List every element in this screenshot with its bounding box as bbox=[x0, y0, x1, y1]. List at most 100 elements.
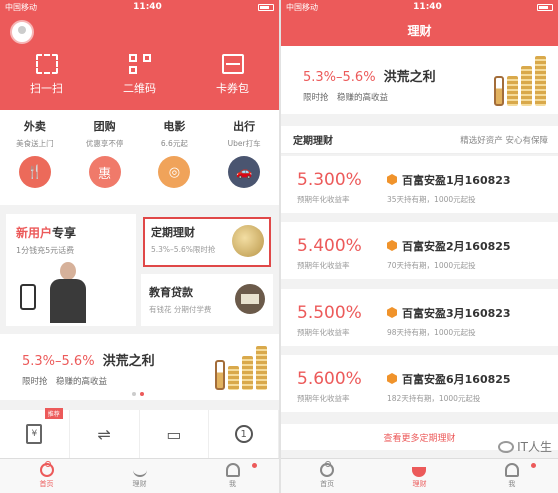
product-item[interactable]: 5.300% 预期年化收益率 百富安盈1月160823 35天持有期，1000元… bbox=[281, 156, 558, 213]
notification-dot bbox=[530, 463, 536, 468]
tab-home[interactable]: 首页 bbox=[0, 459, 93, 493]
banner-name: 洪荒之利 bbox=[383, 70, 436, 85]
service-movie[interactable]: 电影 6.6元起 ◎ bbox=[140, 118, 208, 205]
tab-home[interactable]: 首页 bbox=[281, 459, 373, 493]
watermark: IT人生 bbox=[498, 438, 552, 455]
section-title: 定期理财 bbox=[293, 136, 333, 147]
tab-bar: 首页 理财 我 bbox=[0, 458, 279, 493]
recommend-ribbon: 推荐 bbox=[44, 408, 63, 419]
tab-me[interactable]: 我 bbox=[466, 459, 558, 493]
product-desc: 98天持有期，1000元起投 bbox=[387, 328, 476, 337]
shortcut-transfer[interactable]: ⇌ bbox=[70, 410, 140, 458]
person-icon bbox=[225, 463, 240, 477]
status-bar: 中国移动 11:40 bbox=[0, 0, 279, 14]
product-rate-label: 预期年化收益率 bbox=[297, 195, 350, 204]
banner-name: 洪荒之利 bbox=[102, 354, 155, 369]
home-icon bbox=[320, 461, 335, 477]
promo-banner[interactable]: 5.3%–5.6% 洪荒之利 限时抢 稳赚的高收益 bbox=[0, 334, 279, 400]
qr-code-button[interactable]: 二维码 bbox=[100, 54, 180, 96]
product-desc: 70天持有期，1000元起投 bbox=[387, 261, 476, 270]
carrier-label: 中国移动 bbox=[286, 2, 318, 12]
home-screen: 中国移动 11:40 扫一扫 二维码 卡券包 外卖 美食送上门 🍴 团购 优惠享… bbox=[0, 0, 279, 493]
notification-dot bbox=[252, 463, 257, 468]
tab-bar: 首页 理财 我 bbox=[281, 458, 558, 493]
scan-button[interactable]: 扫一扫 bbox=[7, 54, 87, 96]
page-title: 理财 bbox=[281, 14, 558, 46]
product-rate: 5.600% bbox=[297, 369, 362, 389]
books-icon bbox=[235, 284, 265, 314]
battery-icon bbox=[258, 3, 274, 11]
shield-badge-icon bbox=[387, 373, 397, 384]
watermark-text: IT人生 bbox=[517, 440, 552, 454]
chat-bubble-icon bbox=[498, 440, 515, 453]
new-user-title-b: 专享 bbox=[52, 226, 77, 240]
services-row: 外卖 美食送上门 🍴 团购 优惠享不停 惠 电影 6.6元起 ◎ 出行 Uber… bbox=[0, 110, 279, 205]
finance-icon bbox=[412, 467, 427, 477]
person-icon bbox=[504, 463, 519, 477]
fork-knife-icon: 🍴 bbox=[18, 156, 51, 188]
scan-icon bbox=[35, 54, 58, 74]
promo-banner[interactable]: 5.3%–5.6% 洪荒之利 限时抢 稳赚的高收益 bbox=[281, 46, 558, 114]
service-travel[interactable]: 出行 Uber打车 🚗 bbox=[210, 118, 278, 205]
number-one-icon: 1 bbox=[234, 425, 253, 443]
film-reel-icon: ◎ bbox=[158, 156, 191, 188]
section-header: 定期理财 精选好资产 安心有保障 bbox=[281, 126, 558, 154]
card-wallet-button[interactable]: 卡券包 bbox=[193, 54, 273, 96]
promo-grid: 新用户专享 1分钱充5元话费 定期理财 5.3%–5.6%限时抢 教育贷款 有钱… bbox=[0, 214, 279, 326]
product-rate: 5.300% bbox=[297, 170, 362, 190]
carousel-dots[interactable] bbox=[132, 392, 144, 396]
transfer-icon: ⇌ bbox=[97, 424, 111, 444]
new-user-title-a: 新用户 bbox=[16, 226, 53, 240]
phone-icon bbox=[20, 284, 36, 310]
scan-label: 扫一扫 bbox=[30, 82, 63, 95]
clock: 11:40 bbox=[133, 2, 162, 12]
home-icon bbox=[39, 461, 54, 477]
coins-icon bbox=[215, 346, 267, 390]
fixed-finance-card[interactable]: 定期理财 5.3%–5.6%限时抢 bbox=[143, 217, 271, 267]
product-item[interactable]: 5.600% 预期年化收益率 百富安盈6月160825 182天持有期，1000… bbox=[281, 355, 558, 412]
product-rate: 5.500% bbox=[297, 303, 362, 323]
shortcut-money[interactable]: ¥ 推荐 bbox=[0, 408, 70, 458]
section-tagline: 精选好资产 安心有保障 bbox=[460, 135, 548, 146]
service-takeout[interactable]: 外卖 美食送上门 🍴 bbox=[1, 118, 69, 205]
qr-code-icon bbox=[128, 54, 151, 74]
money-card-icon: ¥ bbox=[26, 424, 43, 444]
clock: 11:40 bbox=[413, 2, 442, 12]
product-name: 百富安盈6月160825 bbox=[402, 373, 511, 386]
shortcut-card[interactable]: ▭ bbox=[140, 410, 210, 458]
new-user-subtitle: 1分钱充5元话费 bbox=[16, 246, 75, 255]
coins-icon bbox=[494, 56, 546, 106]
card-icon: ▭ bbox=[166, 424, 182, 444]
shield-badge-icon bbox=[387, 240, 397, 251]
finance-icon bbox=[132, 463, 147, 477]
qr-code-label: 二维码 bbox=[123, 82, 156, 95]
tab-finance[interactable]: 理财 bbox=[93, 459, 186, 493]
card-wallet-label: 卡券包 bbox=[216, 82, 249, 95]
new-user-card[interactable]: 新用户专享 1分钱充5元话费 bbox=[6, 214, 136, 326]
product-name: 百富安盈3月160823 bbox=[402, 307, 511, 320]
shortcut-row: ¥ 推荐 ⇌ ▭ 1 bbox=[0, 408, 279, 458]
car-icon: 🚗 bbox=[228, 156, 261, 188]
battery-icon bbox=[537, 3, 553, 11]
product-item[interactable]: 5.400% 预期年化收益率 百富安盈2月160825 70天持有期，1000元… bbox=[281, 222, 558, 279]
finance-screen: 中国移动 11:40 理财 5.3%–5.6% 洪荒之利 限时抢 稳赚的高收益 定… bbox=[281, 0, 558, 493]
service-group-buy[interactable]: 团购 优惠享不停 惠 bbox=[71, 118, 139, 205]
product-name: 百富安盈1月160823 bbox=[402, 174, 511, 187]
avatar[interactable] bbox=[10, 20, 34, 44]
banner-rate: 5.3%–5.6% bbox=[22, 354, 95, 369]
home-header: 扫一扫 二维码 卡券包 bbox=[0, 14, 279, 110]
gold-icon bbox=[232, 225, 264, 257]
tab-finance[interactable]: 理财 bbox=[373, 459, 465, 493]
product-rate: 5.400% bbox=[297, 236, 362, 256]
product-name: 百富安盈2月160825 bbox=[402, 240, 511, 253]
tab-me[interactable]: 我 bbox=[186, 459, 279, 493]
shield-badge-icon bbox=[387, 174, 397, 185]
product-desc: 182天持有期，1000元起投 bbox=[387, 394, 481, 403]
product-rate-label: 预期年化收益率 bbox=[297, 261, 350, 270]
edu-loan-card[interactable]: 教育贷款 有钱花 分期付学费 bbox=[141, 274, 273, 326]
shortcut-one[interactable]: 1 bbox=[209, 410, 279, 458]
carrier-label: 中国移动 bbox=[5, 2, 37, 12]
shield-badge-icon bbox=[387, 307, 397, 318]
product-item[interactable]: 5.500% 预期年化收益率 百富安盈3月160823 98天持有期，1000元… bbox=[281, 289, 558, 346]
card-wallet-icon bbox=[221, 54, 244, 74]
